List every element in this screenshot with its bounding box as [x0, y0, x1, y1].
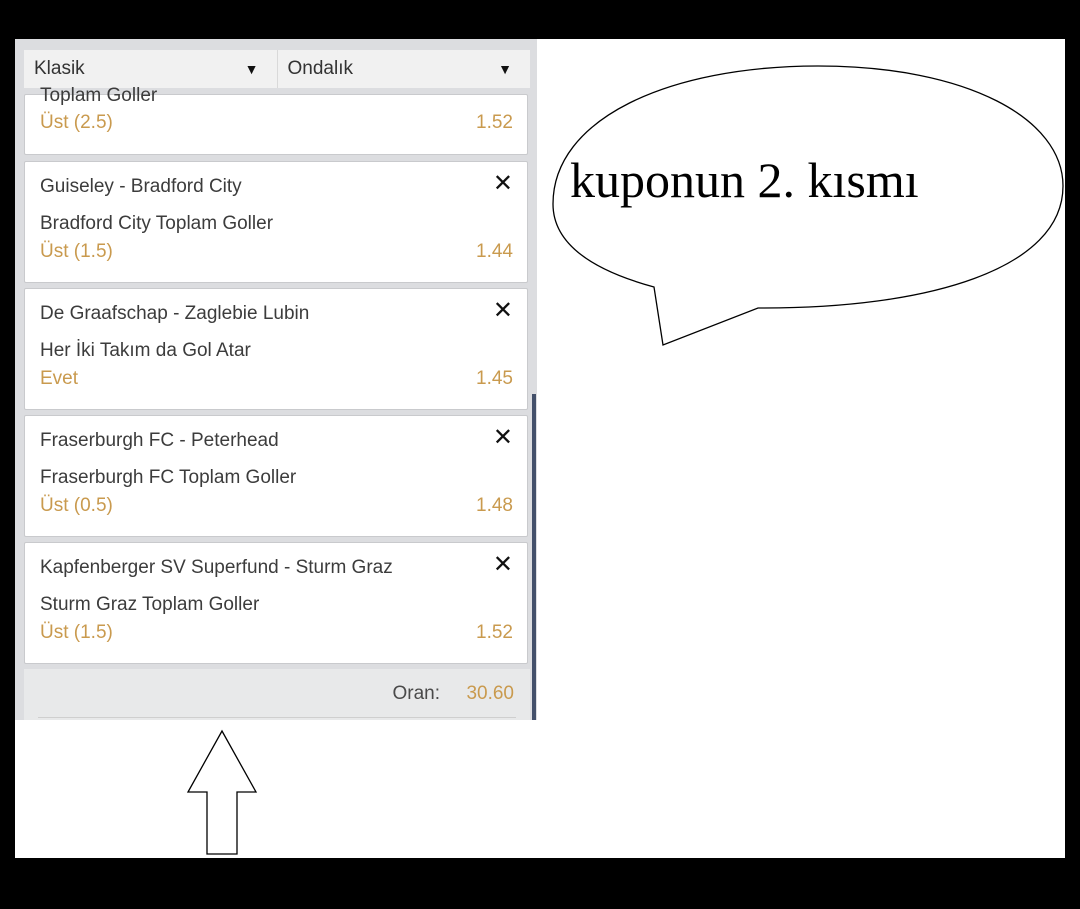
total-odds-value: 30.60 [466, 683, 514, 704]
bet-card-partial: Toplam Goller Üst (2.5) 1.52 [24, 85, 528, 155]
bet-odds: 1.44 [476, 241, 513, 262]
bet-match: De Graafschap - Zaglebie Lubin [40, 303, 310, 324]
close-icon[interactable]: ✕ [493, 553, 513, 577]
bet-match: Fraserburgh FC - Peterhead [40, 430, 279, 451]
chevron-down-icon: ▼ [244, 61, 259, 77]
close-icon[interactable]: ✕ [493, 426, 513, 450]
bet-odds: 1.52 [476, 622, 513, 643]
up-arrow-icon [186, 729, 258, 855]
bet-odds: 1.45 [476, 368, 513, 389]
bet-market: Bradford City Toplam Goller [40, 213, 274, 234]
bet-selection: Üst (1.5) [40, 241, 113, 262]
bet-selection: Üst (2.5) [40, 112, 113, 133]
bet-match: Kapfenberger SV Superfund - Sturm Graz [40, 557, 393, 578]
bet-selection: Üst (1.5) [40, 622, 113, 643]
bet-market: Toplam Goller [40, 85, 158, 106]
bet-selection: Üst (0.5) [40, 495, 113, 516]
odds-format-value: Ondalık [287, 58, 353, 79]
bet-selection: Evet [40, 368, 79, 389]
close-icon[interactable]: ✕ [493, 299, 513, 323]
scrollbar[interactable] [532, 394, 536, 720]
total-odds-label: Oran: [392, 683, 440, 704]
odds-format-select[interactable]: Ondalık ▼ [276, 50, 531, 88]
bet-odds: 1.48 [476, 495, 513, 516]
bet-odds: 1.52 [476, 112, 513, 133]
bet-card: Kapfenberger SV Superfund - Sturm Graz ✕… [24, 542, 528, 664]
close-icon[interactable]: ✕ [493, 172, 513, 196]
bet-type-value: Klasik [34, 58, 85, 79]
bet-type-select[interactable]: Klasik ▼ [24, 50, 277, 88]
chevron-down-icon: ▼ [498, 61, 512, 77]
bet-market: Her İki Takım da Gol Atar [40, 340, 251, 361]
bet-slip-total: Oran: 30.60 [24, 669, 530, 720]
bet-market: Fraserburgh FC Toplam Goller [40, 467, 297, 488]
speech-bubble [552, 65, 1064, 346]
bet-slip-panel: Klasik ▼ Ondalık ▼ Toplam Goller Üst (2.… [15, 39, 537, 720]
bet-card: Guiseley - Bradford City ✕ Bradford City… [24, 161, 528, 283]
bet-card: Fraserburgh FC - Peterhead ✕ Fraserburgh… [24, 415, 528, 537]
screenshot-canvas: Klasik ▼ Ondalık ▼ Toplam Goller Üst (2.… [15, 39, 1065, 858]
bet-market: Sturm Graz Toplam Goller [40, 594, 260, 615]
divider [38, 717, 516, 718]
bet-card: De Graafschap - Zaglebie Lubin ✕ Her İki… [24, 288, 528, 410]
annotation-text: kuponun 2. kısmı [570, 152, 919, 208]
bet-slip-toolbar: Klasik ▼ Ondalık ▼ [24, 50, 530, 88]
bet-match: Guiseley - Bradford City [40, 176, 242, 197]
